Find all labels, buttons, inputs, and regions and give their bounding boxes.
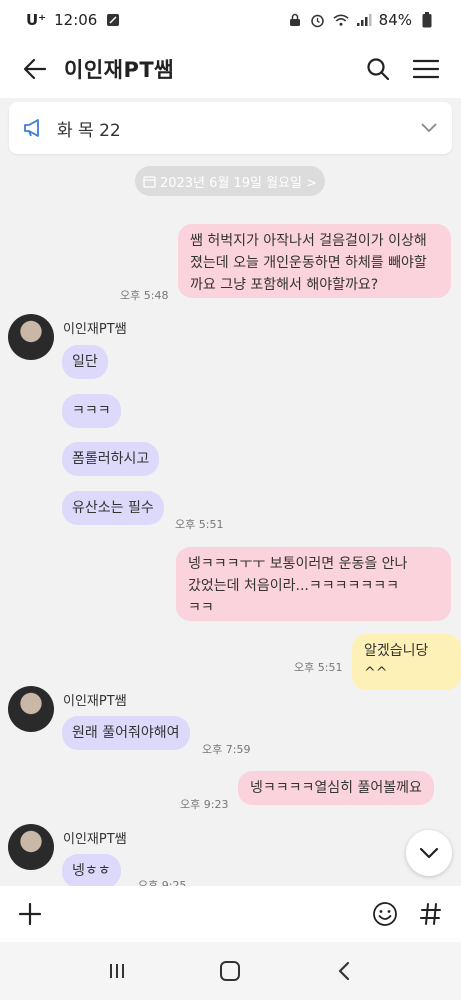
sender-name: 이인재PT쌤 <box>63 694 127 709</box>
calendar-icon <box>143 175 156 188</box>
status-left: U⁺ 12:06 <box>26 11 121 29</box>
message-bubble[interactable]: 유산소는 필수 <box>62 491 164 525</box>
avatar[interactable] <box>8 686 54 732</box>
notice-banner[interactable]: 화 목 22 <box>9 102 452 154</box>
message-line: 쌤 허벅지가 아작나서 걸음걸이가 이상해 <box>190 233 427 249</box>
sender-name: 이인재PT쌤 <box>63 322 127 337</box>
message-bubble[interactable]: 알겠습니당^^ <box>352 634 461 690</box>
sender-name: 이인재PT쌤 <box>63 832 127 847</box>
search-button[interactable] <box>357 48 399 90</box>
message-bubble[interactable]: 일단 <box>62 345 108 379</box>
message-time: 오후 5:48 <box>120 289 169 302</box>
alarm-icon <box>310 12 326 28</box>
message-bubble[interactable]: 넹ㅎㅎ <box>62 854 121 888</box>
avatar[interactable] <box>8 314 54 360</box>
signal-icon <box>356 12 372 28</box>
carrier-label: U⁺ <box>26 11 47 29</box>
message-bubble[interactable]: 쌤 허벅지가 아작나서 걸음걸이가 이상해 졌는데 오늘 개인운동하면 하체를 … <box>178 224 451 298</box>
emoji-button[interactable] <box>369 898 401 930</box>
message-line: 넹ㅋㅋㅋㅜㅜ 보통이러면 운동을 안나 <box>188 556 408 572</box>
chevron-left-icon <box>339 961 350 981</box>
system-nav-bar <box>0 942 461 1000</box>
add-button[interactable] <box>14 898 46 930</box>
notice-text: 화 목 22 <box>57 120 121 141</box>
message-bubble[interactable]: 원래 풀어줘야해여 <box>62 716 190 750</box>
smiley-icon <box>373 902 397 926</box>
battery-label: 84% <box>378 11 412 29</box>
message-line: ㅋㅋ <box>188 600 214 616</box>
lock-icon <box>287 12 303 28</box>
message-bubble[interactable]: 넹ㅋㅋㅋㅋ열심히 풀어볼께요 <box>238 771 434 805</box>
message-input[interactable] <box>46 894 369 934</box>
message-line: 까요 그냥 포함해서 해야할까요? <box>190 277 379 293</box>
avatar[interactable] <box>8 824 54 870</box>
message-time: 오후 7:59 <box>202 743 251 756</box>
battery-icon <box>419 12 435 28</box>
message-time: 오후 5:51 <box>294 661 343 674</box>
chevron-down-icon[interactable] <box>420 122 438 134</box>
message-line: 졌는데 오늘 개인운동하면 하체를 빼야할 <box>190 255 427 271</box>
date-label: 2023년 6월 19일 월요일 > <box>159 175 318 191</box>
recents-button[interactable] <box>97 951 137 991</box>
scroll-to-bottom-button[interactable] <box>406 830 452 876</box>
status-bar: U⁺ 12:06 84% <box>0 0 461 40</box>
search-icon <box>367 58 390 81</box>
home-icon <box>220 961 241 981</box>
back-nav-button[interactable] <box>324 951 364 991</box>
notification-icon <box>105 12 121 28</box>
clock: 12:06 <box>54 11 98 29</box>
wifi-icon <box>333 12 349 28</box>
message-time: 오후 5:51 <box>175 518 224 531</box>
hashtag-icon <box>420 903 441 925</box>
hamburger-icon <box>413 59 439 79</box>
megaphone-icon <box>24 119 39 137</box>
recents-icon <box>109 964 124 978</box>
message-line: 갔었는데 처음이라...ㅋㅋㅋㅋㅋㅋㅋ <box>188 578 399 594</box>
date-chip[interactable]: 2023년 6월 19일 월요일 > <box>135 166 325 196</box>
arrow-left-icon <box>23 58 47 80</box>
chevron-down-icon <box>419 847 439 859</box>
status-right: 84% <box>287 11 435 29</box>
chat-title: 이인재PT쌤 <box>64 58 174 82</box>
input-bar <box>0 886 461 942</box>
message-bubble[interactable]: 넹ㅋㅋㅋㅜㅜ 보통이러면 운동을 안나 갔었는데 처음이라...ㅋㅋㅋㅋㅋㅋㅋ … <box>176 547 451 621</box>
plus-icon <box>18 902 42 926</box>
chat-header: 이인재PT쌤 <box>0 40 461 98</box>
message-bubble[interactable]: ㅋㅋㅋ <box>62 394 121 428</box>
hashtag-button[interactable] <box>415 898 447 930</box>
message-bubble[interactable]: 폼롤러하시고 <box>62 442 160 476</box>
back-button[interactable] <box>18 52 52 86</box>
message-time: 오후 9:23 <box>180 798 229 811</box>
home-button[interactable] <box>210 951 250 991</box>
menu-button[interactable] <box>405 48 447 90</box>
